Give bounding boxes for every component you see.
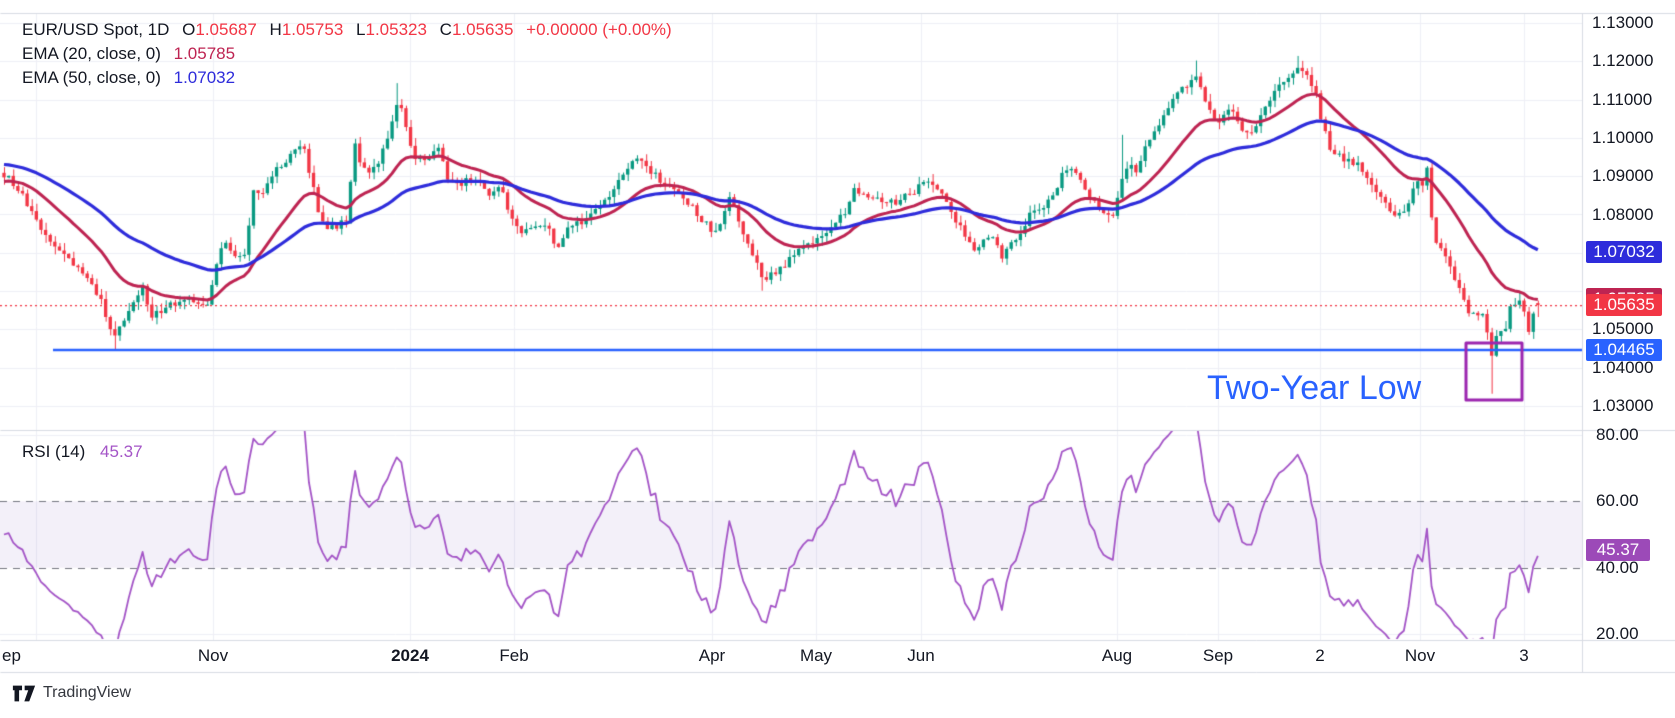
time-tick-label: ep — [2, 646, 21, 666]
ema20-label: EMA (20, close, 0) — [22, 44, 161, 63]
time-tick-label: Aug — [1102, 646, 1132, 666]
open-key: O — [182, 20, 195, 39]
ema50-label: EMA (50, close, 0) — [22, 68, 161, 87]
symbol-title: EUR/USD Spot, 1D — [22, 20, 169, 39]
time-tick-label: Nov — [198, 646, 228, 666]
tradingview-logo[interactable]: TradingView — [12, 684, 131, 702]
rsi-tick-label: 80.00 — [1596, 426, 1666, 444]
close-key: C — [440, 20, 452, 39]
time-tick-label: 3 — [1519, 646, 1528, 666]
price-tick-label: 1.05000 — [1592, 320, 1670, 338]
price-tick-label: 1.04000 — [1592, 359, 1670, 377]
ohlc-row: EUR/USD Spot, 1D O1.05687 H1.05753 L1.05… — [22, 18, 672, 42]
time-tick-label: Nov — [1405, 646, 1435, 666]
low-value: 1.05323 — [365, 20, 426, 39]
open-value: 1.05687 — [195, 20, 256, 39]
close-value: 1.05635 — [452, 20, 513, 39]
time-tick-label: Apr — [699, 646, 725, 666]
time-tick-label: May — [800, 646, 832, 666]
ema50-legend-row[interactable]: EMA (50, close, 0) 1.07032 — [22, 66, 672, 90]
price-tick-label: 1.09000 — [1592, 167, 1670, 185]
time-tick-label: Feb — [499, 646, 528, 666]
ema20-value: 1.05785 — [174, 44, 235, 63]
axis-badge-1.05635: 1.05635 — [1586, 294, 1662, 316]
rsi-tick-label: 20.00 — [1596, 625, 1666, 643]
change-value: +0.00000 (+0.00%) — [526, 20, 672, 39]
tradingview-logo-icon — [12, 685, 36, 702]
price-chart-canvas[interactable] — [0, 0, 1675, 718]
axis-badge-1.04465: 1.04465 — [1586, 339, 1662, 361]
time-tick-label: 2024 — [391, 646, 429, 666]
ema50-value: 1.07032 — [174, 68, 235, 87]
rsi-tick-label: 60.00 — [1596, 492, 1666, 510]
time-tick-label: 2 — [1315, 646, 1324, 666]
rsi-label: RSI (14) — [22, 442, 85, 461]
high-value: 1.05753 — [282, 20, 343, 39]
symbol-legend[interactable]: EUR/USD Spot, 1D O1.05687 H1.05753 L1.05… — [22, 18, 672, 90]
time-tick-label: Jun — [907, 646, 934, 666]
price-tick-label: 1.10000 — [1592, 129, 1670, 147]
price-tick-label: 1.12000 — [1592, 52, 1670, 70]
rsi-tick-label: 40.00 — [1596, 559, 1666, 577]
rsi-value: 45.37 — [100, 442, 143, 461]
tradingview-logo-text: TradingView — [43, 684, 131, 702]
time-tick-label: Sep — [1203, 646, 1233, 666]
high-key: H — [270, 20, 282, 39]
price-tick-label: 1.11000 — [1592, 91, 1670, 109]
price-tick-label: 1.03000 — [1592, 397, 1670, 415]
price-tick-label: 1.08000 — [1592, 206, 1670, 224]
ema20-legend-row[interactable]: EMA (20, close, 0) 1.05785 — [22, 42, 672, 66]
axis-badge-1.07032: 1.07032 — [1586, 241, 1662, 263]
two-year-low-label[interactable]: Two-Year Low — [1207, 369, 1421, 408]
tradingview-chart: EUR/USD Spot, 1D O1.05687 H1.05753 L1.05… — [0, 0, 1675, 718]
axis-badge-45.37: 45.37 — [1586, 539, 1650, 561]
rsi-legend[interactable]: RSI (14) 45.37 — [22, 440, 143, 464]
price-tick-label: 1.13000 — [1592, 14, 1670, 32]
